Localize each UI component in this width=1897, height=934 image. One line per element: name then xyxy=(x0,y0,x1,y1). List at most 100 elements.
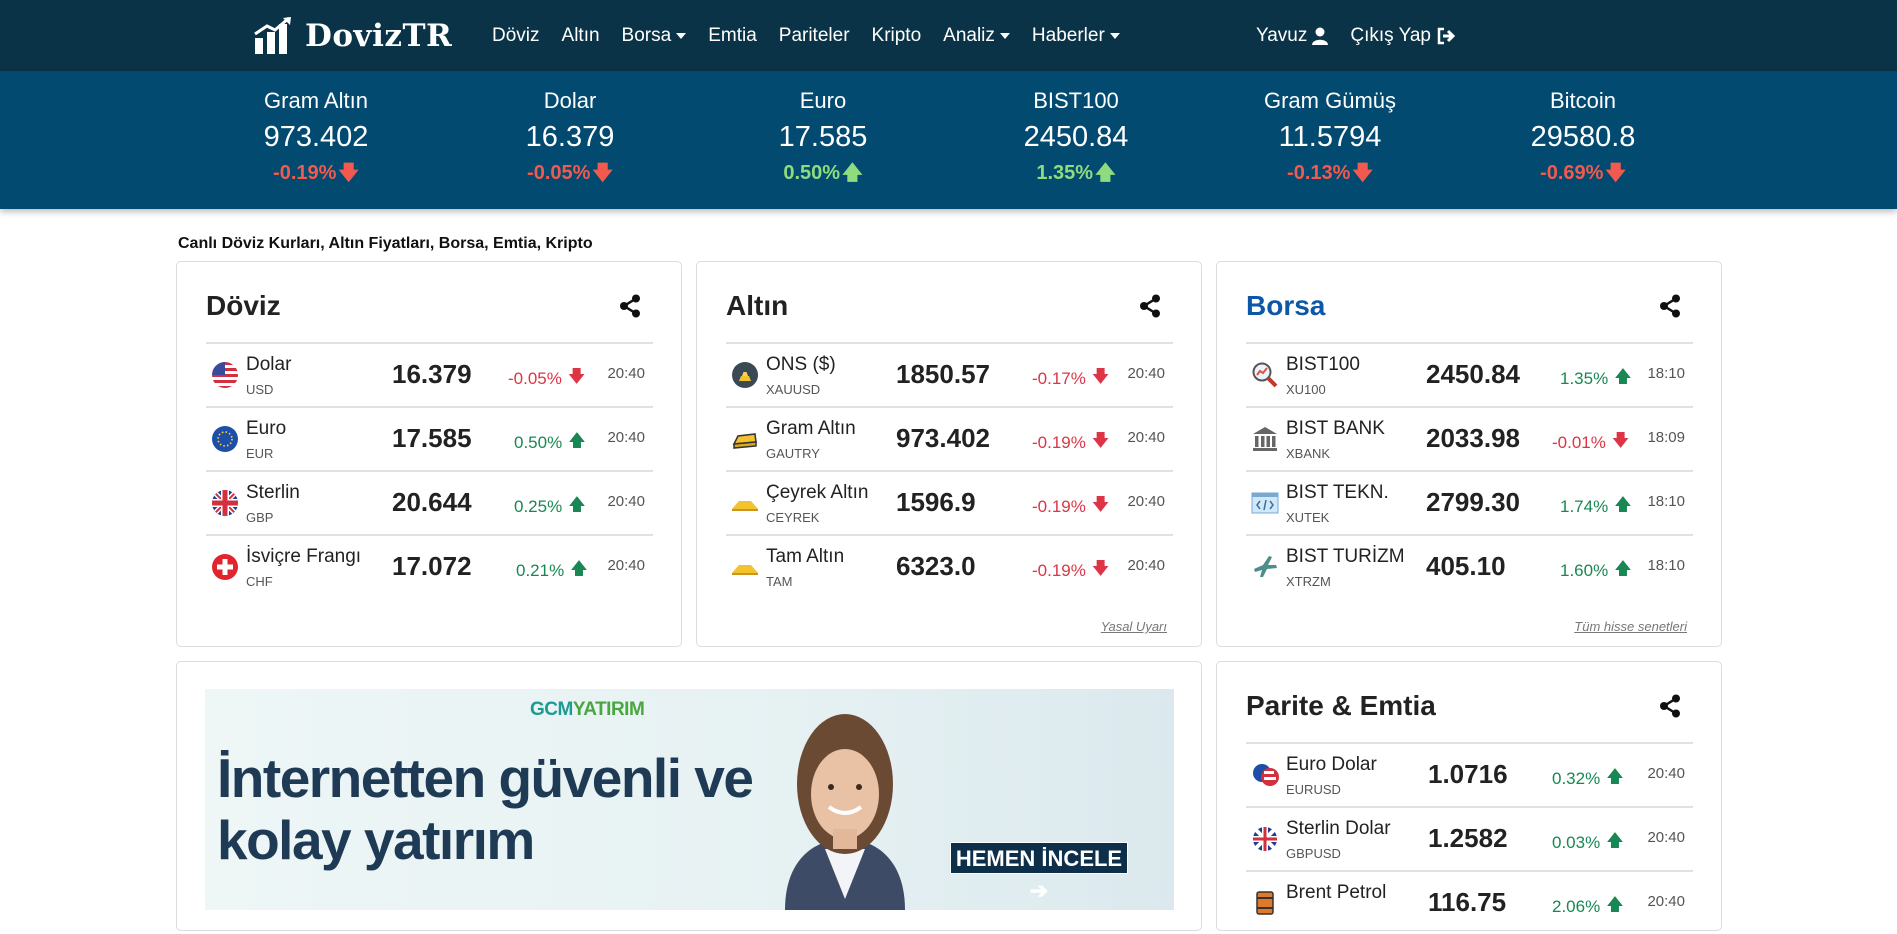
borsa-row-xutek[interactable]: BIST TEKN. XUTEK 2799.30 1.74% 🡅 18:10 xyxy=(1246,470,1693,534)
instrument-name: Sterlin Dolar xyxy=(1286,818,1391,839)
borsa-card-title[interactable]: Borsa xyxy=(1246,290,1325,322)
parite-row-eurusd[interactable]: Euro Dolar EURUSD 1.0716 0.32% 🡅 20:40 xyxy=(1246,742,1693,806)
instrument-code: GBP xyxy=(246,510,274,525)
borsa-row-xu100[interactable]: BIST100 XU100 2450.84 1.35% 🡅 18:10 xyxy=(1246,342,1693,406)
instrument-change: 0.03% 🡅 xyxy=(1552,828,1624,857)
ticker-item[interactable]: Bitcoin 29580.8 -0.69% 🡇 xyxy=(1473,87,1693,187)
parite-card-title[interactable]: Parite & Emtia xyxy=(1246,690,1436,722)
doviz-row-chf[interactable]: İsviçre Frangı CHF 17.072 0.21% 🡅 20:40 xyxy=(206,534,653,598)
share-icon[interactable] xyxy=(1659,294,1681,318)
brand-logo[interactable]: DovizTR xyxy=(253,16,452,56)
doviz-row-gbp[interactable]: Sterlin GBP 20.644 0.25% 🡅 20:40 xyxy=(206,470,653,534)
share-icon[interactable] xyxy=(619,294,641,318)
legal-warning-link[interactable]: Yasal Uyarı xyxy=(1101,619,1167,634)
change-text: -0.05% xyxy=(508,368,562,388)
altin-card: Altın ONS ($) XAUUSD 1850.57 -0.17% 🡇 20:… xyxy=(696,261,1202,647)
update-time: 20:40 xyxy=(1647,765,1685,782)
ticker-change: 0.50% 🡅 xyxy=(713,159,933,187)
ad-banner[interactable]: GCMYATIRIM İnternetten güvenli ve kolay … xyxy=(205,689,1174,910)
change-text: -0.19% xyxy=(1032,496,1086,516)
instrument-code: CEYREK xyxy=(766,510,820,525)
instrument-code: TAM xyxy=(766,574,793,589)
ticker-value: 973.402 xyxy=(263,121,369,153)
update-time: 20:40 xyxy=(1127,365,1165,382)
update-time: 20:40 xyxy=(1127,493,1165,510)
user-profile-link[interactable]: Yavuz xyxy=(1256,25,1329,47)
doviz-row-usd[interactable]: Dolar USD 16.379 -0.05% 🡇 20:40 xyxy=(206,342,653,406)
ticker-name: BIST100 xyxy=(1033,88,1119,113)
instrument-code: XTRZM xyxy=(1286,574,1331,589)
instrument-value: 1850.57 xyxy=(896,359,990,389)
nav-emtia[interactable]: Emtia xyxy=(708,25,757,47)
ad-cta-button[interactable]: HEMEN İNCELE ➔ xyxy=(950,842,1128,903)
instrument-value: 6323.0 xyxy=(896,551,976,581)
bar-chart-logo-icon xyxy=(254,16,291,54)
altin-row-ceyrek[interactable]: Çeyrek Altın CEYREK 1596.9 -0.19% 🡇 20:40 xyxy=(726,470,1173,534)
arrow-up-icon: 🡅 xyxy=(1606,767,1624,786)
ad-headline-line-2: kolay yatırım xyxy=(217,809,535,871)
page-tagline: Canlı Döviz Kurları, Altın Fiyatları, Bo… xyxy=(178,235,593,252)
instrument-name: Brent Petrol xyxy=(1286,882,1387,903)
borsa-row-xbank[interactable]: BIST BANK XBANK 2033.98 -0.01% 🡇 18:09 xyxy=(1246,406,1693,470)
ticker-change: -0.13% 🡇 xyxy=(1220,159,1440,187)
change-text: 0.21% xyxy=(516,560,565,580)
all-stocks-link[interactable]: Tüm hisse senetleri xyxy=(1574,619,1687,634)
bank-icon xyxy=(1253,427,1277,451)
instrument-value: 17.585 xyxy=(392,423,472,453)
parite-row-brent[interactable]: Brent Petrol 116.75 2.06% 🡅 20:40 xyxy=(1246,870,1693,934)
oil-barrel-icon xyxy=(1256,891,1274,915)
ticker-item[interactable]: Euro 17.585 0.50% 🡅 xyxy=(713,87,933,187)
ticker-item[interactable]: Dolar 16.379 -0.05% 🡇 xyxy=(460,87,680,187)
nav-borsa-dropdown[interactable]: Borsa xyxy=(622,25,687,47)
nav-kripto[interactable]: Kripto xyxy=(872,25,922,47)
change-text: 0.25% xyxy=(514,496,563,516)
instrument-code: EUR xyxy=(246,446,274,461)
change-text: -0.17% xyxy=(1032,368,1086,388)
arrow-up-icon: 🡅 xyxy=(568,431,586,450)
chevron-down-icon xyxy=(1109,32,1120,39)
arrow-down-icon: 🡇 xyxy=(1091,367,1110,386)
instrument-value: 1.2582 xyxy=(1428,823,1508,853)
ticker-item[interactable]: Gram Altın 973.402 -0.19% 🡇 xyxy=(206,87,426,187)
instrument-change: 0.50% 🡅 xyxy=(514,428,586,457)
logout-label: Çıkış Yap xyxy=(1350,24,1431,46)
ad-person-image xyxy=(785,714,905,910)
instrument-change: -0.17% 🡇 xyxy=(1032,364,1109,393)
nav-doviz[interactable]: Döviz xyxy=(492,25,540,47)
borsa-list: BIST100 XU100 2450.84 1.35% 🡅 18:10 BIST … xyxy=(1246,342,1693,598)
instrument-code: EURUSD xyxy=(1286,782,1341,797)
doviz-card-title[interactable]: Döviz xyxy=(206,290,281,322)
ticker-item[interactable]: Gram Gümüş 11.5794 -0.13% 🡇 xyxy=(1220,87,1440,187)
top-navbar: DovizTR Döviz Altın Borsa Emtia Paritele… xyxy=(0,0,1897,71)
nav-pariteler[interactable]: Pariteler xyxy=(779,25,850,47)
instrument-value: 17.072 xyxy=(392,551,472,581)
doviz-row-eur[interactable]: Euro EUR 17.585 0.50% 🡅 20:40 xyxy=(206,406,653,470)
ticker-item[interactable]: BIST100 2450.84 1.35% 🡅 xyxy=(966,87,1186,187)
share-icon[interactable] xyxy=(1139,294,1161,318)
altin-row-gram[interactable]: Gram Altın GAUTRY 973.402 -0.19% 🡇 20:40 xyxy=(726,406,1173,470)
logout-link[interactable]: Çıkış Yap xyxy=(1350,25,1456,47)
update-time: 20:40 xyxy=(1127,557,1165,574)
borsa-row-xtrzm[interactable]: BIST TURİZM XTRZM 405.10 1.60% 🡅 18:10 xyxy=(1246,534,1693,598)
arrow-down-icon: 🡇 xyxy=(567,367,586,386)
instrument-name: Euro Dolar xyxy=(1286,754,1377,775)
chevron-down-icon xyxy=(676,32,687,39)
nav-altin[interactable]: Altın xyxy=(562,25,600,47)
uk-flag-icon xyxy=(212,490,238,516)
gold-bar-icon xyxy=(732,433,757,449)
doviz-card: Döviz Dolar USD 16.379 -0.05% 🡇 20:40 Eur… xyxy=(176,261,682,647)
altin-row-ons[interactable]: ONS ($) XAUUSD 1850.57 -0.17% 🡇 20:40 xyxy=(726,342,1173,406)
instrument-change: -0.19% 🡇 xyxy=(1032,556,1109,585)
nav-analiz-label: Analiz xyxy=(943,24,995,46)
change-text: 0.50% xyxy=(514,432,563,452)
altin-card-title[interactable]: Altın xyxy=(726,290,788,322)
parite-row-gbpusd[interactable]: Sterlin Dolar GBPUSD 1.2582 0.03% 🡅 20:40 xyxy=(1246,806,1693,870)
altin-row-tam[interactable]: Tam Altın TAM 6323.0 -0.19% 🡇 20:40 xyxy=(726,534,1173,598)
nav-haberler-dropdown[interactable]: Haberler xyxy=(1032,25,1120,47)
instrument-value: 2799.30 xyxy=(1426,487,1520,517)
borsa-card: Borsa BIST100 XU100 2450.84 1.35% 🡅 18:10… xyxy=(1216,261,1722,647)
share-icon[interactable] xyxy=(1659,694,1681,718)
ticker-change: 1.35% 🡅 xyxy=(966,159,1186,187)
nav-analiz-dropdown[interactable]: Analiz xyxy=(943,25,1010,47)
ad-logo-a: GCM xyxy=(530,699,573,720)
